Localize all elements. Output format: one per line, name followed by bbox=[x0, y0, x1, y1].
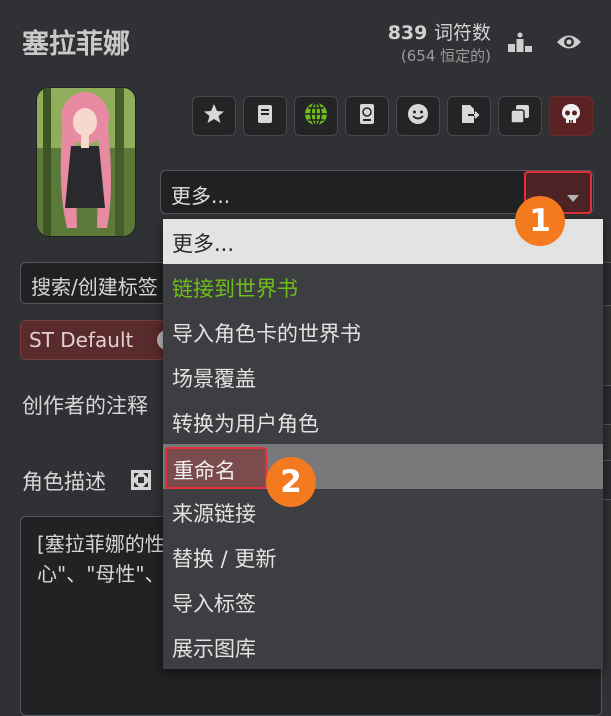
more-options-dropdown: 更多... 链接到世界书 导入角色卡的世界书 场景覆盖 转换为用户角色 重命名 … bbox=[163, 219, 603, 669]
ranking-icon[interactable] bbox=[504, 26, 536, 58]
export-button[interactable] bbox=[447, 96, 491, 136]
option-import-card-world-info[interactable]: 导入角色卡的世界书 bbox=[163, 309, 603, 354]
character-name: 塞拉菲娜 bbox=[22, 29, 130, 60]
step-badge-1: 1 bbox=[515, 196, 565, 246]
token-count: 839 bbox=[387, 22, 428, 44]
creator-notes-label: 创作者的注释 bbox=[22, 394, 148, 418]
passport-icon bbox=[355, 102, 379, 130]
book-icon bbox=[253, 102, 277, 130]
character-avatar[interactable] bbox=[37, 88, 135, 236]
option-import-tags[interactable]: 导入标签 bbox=[163, 579, 603, 624]
option-show-gallery[interactable]: 展示图库 bbox=[163, 624, 603, 669]
world-info-button[interactable] bbox=[294, 96, 338, 136]
skull-icon bbox=[559, 102, 583, 130]
delete-character-button[interactable] bbox=[549, 96, 593, 136]
rename-highlight-label: 重命名 bbox=[173, 459, 236, 483]
duplicate-icon bbox=[508, 102, 532, 130]
duplicate-button[interactable] bbox=[498, 96, 542, 136]
tag-chip-label: ST Default bbox=[29, 328, 134, 352]
more-select-value: 更多... bbox=[171, 184, 231, 208]
globe-icon bbox=[303, 101, 329, 131]
rename-highlight-box: 重命名 bbox=[165, 447, 267, 489]
option-link-world-info[interactable]: 链接到世界书 bbox=[163, 264, 603, 309]
tag-search-placeholder: 搜索/创建标签 bbox=[31, 275, 158, 299]
chevron-down-icon bbox=[567, 188, 579, 207]
token-counter: 839 词符数 (654 恒定的) bbox=[388, 18, 491, 66]
star-icon bbox=[202, 102, 226, 130]
token-permanent: (654 恒定的) bbox=[400, 47, 491, 65]
favorite-button[interactable] bbox=[192, 96, 236, 136]
character-lore-button[interactable] bbox=[345, 96, 389, 136]
eye-icon[interactable] bbox=[553, 26, 585, 58]
option-replace-update[interactable]: 替换 / 更新 bbox=[163, 534, 603, 579]
persona-button[interactable] bbox=[396, 96, 440, 136]
smile-icon bbox=[406, 102, 430, 130]
token-unit: 词符数 bbox=[433, 22, 491, 44]
option-scenario-override[interactable]: 场景覆盖 bbox=[163, 354, 603, 399]
step-badge-2: 2 bbox=[266, 457, 316, 507]
description-label: 角色描述 bbox=[22, 470, 106, 494]
option-source-link[interactable]: 来源链接 bbox=[163, 489, 603, 534]
advanced-definitions-button[interactable] bbox=[243, 96, 287, 136]
expand-icon[interactable] bbox=[130, 469, 152, 495]
option-convert-to-persona[interactable]: 转换为用户角色 bbox=[163, 399, 603, 444]
export-icon bbox=[457, 102, 481, 130]
